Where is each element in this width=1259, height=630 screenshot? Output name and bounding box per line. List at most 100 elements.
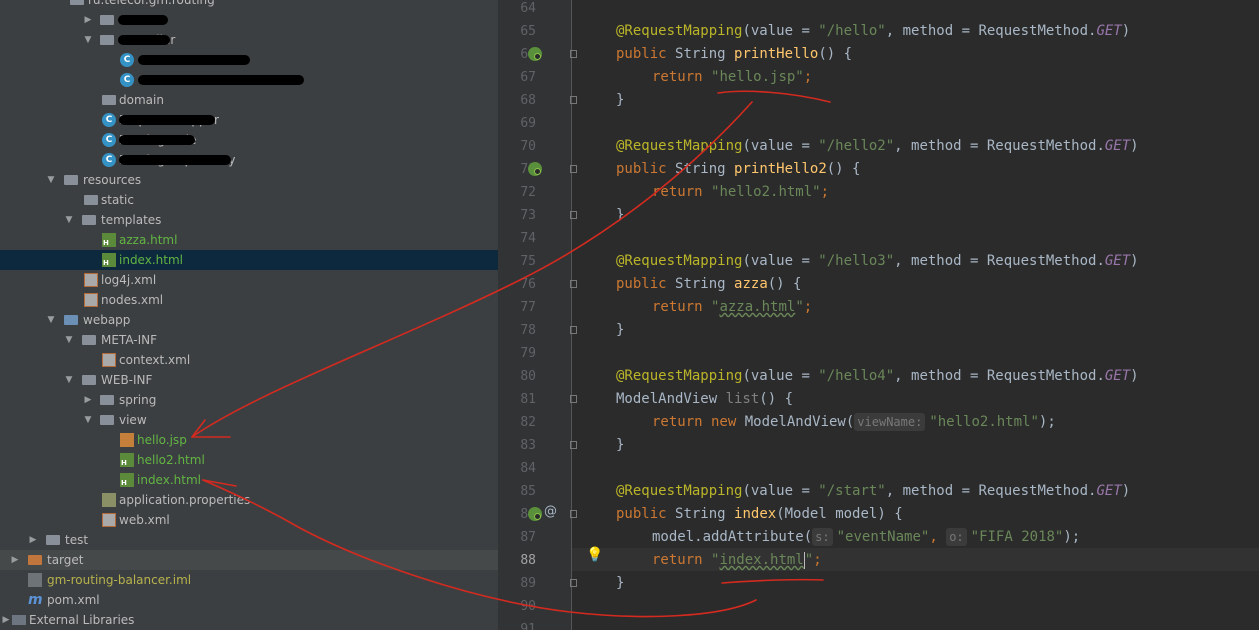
code-line-65[interactable]: @RequestMapping(value = "/hello", method… bbox=[616, 20, 1130, 43]
code-line-85[interactable]: @RequestMapping(value = "/start", method… bbox=[616, 480, 1130, 503]
fold-marker-icon[interactable] bbox=[570, 510, 577, 518]
fold-marker-icon[interactable] bbox=[570, 579, 577, 587]
code-line-77[interactable]: return "azza.html"; bbox=[652, 296, 812, 319]
tree-file-index-html[interactable]: H index.html bbox=[0, 470, 498, 490]
tree-folder-web-inf[interactable]: ▼ WEB-INF bbox=[0, 370, 498, 390]
code-line-67[interactable]: return "hello.jsp"; bbox=[652, 66, 812, 89]
code-line-88[interactable]: return "index.html"; bbox=[652, 549, 822, 572]
code-line-86[interactable]: public String index(Model model) { bbox=[616, 503, 903, 526]
line-number: 64 bbox=[520, 1, 536, 16]
request-mapping-gutter-icon[interactable] bbox=[528, 47, 542, 61]
fold-marker-icon[interactable] bbox=[570, 326, 577, 334]
code-line-82[interactable]: return new ModelAndView(viewName: "hello2… bbox=[652, 411, 1056, 434]
tree-folder-redacted[interactable]: ▶ bbox=[0, 10, 498, 30]
fold-marker-icon[interactable] bbox=[570, 280, 577, 288]
tree-file-hello-jsp[interactable]: hello.jsp bbox=[0, 430, 498, 450]
tree-folder-target[interactable]: ▶ target bbox=[0, 550, 498, 570]
expand-arrow-icon[interactable]: ▶ bbox=[27, 530, 39, 550]
code-line-87[interactable]: model.addAttribute(s: "eventName", o: "FIF… bbox=[652, 526, 1080, 549]
redaction-mark bbox=[138, 75, 304, 85]
tree-folder-view[interactable]: ▼ view bbox=[0, 410, 498, 430]
tree-external-libraries[interactable]: ▶ External Libraries bbox=[0, 610, 498, 630]
tree-package[interactable]: ru.telecor.gm.routing bbox=[0, 0, 498, 10]
tree-file-azza-html[interactable]: H azza.html bbox=[0, 230, 498, 250]
collapse-arrow-icon[interactable]: ▼ bbox=[63, 370, 75, 390]
tree-class-redacted[interactable]: C bbox=[0, 70, 498, 90]
code-line-76[interactable]: public String azza() { bbox=[616, 273, 801, 296]
code-line-89[interactable]: } bbox=[616, 572, 624, 595]
code-line-66[interactable]: public String printHello() { bbox=[616, 43, 852, 66]
line-number: 69 bbox=[520, 116, 536, 131]
tree-class-requestwrapper[interactable]: C RequestWrapper bbox=[0, 110, 498, 130]
line-number: 79 bbox=[520, 346, 536, 361]
line-number: 75 bbox=[520, 254, 536, 269]
html-file-icon: H bbox=[102, 233, 116, 247]
code-editor[interactable]: 6465666768697071727374757677787980818283… bbox=[498, 0, 1259, 630]
fold-marker-icon[interactable] bbox=[570, 395, 577, 403]
redaction-mark bbox=[118, 15, 168, 25]
class-icon: C bbox=[102, 153, 116, 167]
tree-file-application-properties[interactable]: application.properties bbox=[0, 490, 498, 510]
folder-icon bbox=[100, 35, 114, 45]
code-line-72[interactable]: return "hello2.html"; bbox=[652, 181, 829, 204]
fold-marker-icon[interactable] bbox=[570, 96, 577, 104]
xml-file-icon bbox=[84, 273, 98, 287]
expand-arrow-icon[interactable]: ▶ bbox=[0, 610, 12, 630]
tree-folder-domain[interactable]: domain bbox=[0, 90, 498, 110]
collapse-arrow-icon[interactable]: ▼ bbox=[63, 210, 75, 230]
code-line-70[interactable]: @RequestMapping(value = "/hello2", metho… bbox=[616, 135, 1139, 158]
request-mapping-gutter-icon[interactable] bbox=[528, 507, 542, 521]
tree-file-hello2-html[interactable]: H hello2.html bbox=[0, 450, 498, 470]
collapse-arrow-icon[interactable]: ▼ bbox=[82, 410, 94, 430]
code-line-78[interactable]: } bbox=[616, 319, 624, 342]
tree-file-nodes-xml[interactable]: nodes.xml bbox=[0, 290, 498, 310]
tree-folder-resources[interactable]: ▼ resources bbox=[0, 170, 498, 190]
tree-folder-templates[interactable]: ▼ templates bbox=[0, 210, 498, 230]
tree-folder-controller[interactable]: ▼ controller bbox=[0, 30, 498, 50]
tree-file-pom-xml[interactable]: m pom.xml bbox=[0, 590, 498, 610]
maven-icon: m bbox=[28, 592, 43, 608]
request-mapping-gutter-icon[interactable] bbox=[528, 162, 542, 176]
tree-class-routingrequestkey[interactable]: C RoutingRequestKey bbox=[0, 150, 498, 170]
tree-file-iml[interactable]: gm-routing-balancer.iml bbox=[0, 570, 498, 590]
fold-marker-icon[interactable] bbox=[570, 50, 577, 58]
collapse-arrow-icon[interactable]: ▼ bbox=[63, 330, 75, 350]
tree-file-web-xml[interactable]: web.xml bbox=[0, 510, 498, 530]
expand-arrow-icon[interactable]: ▶ bbox=[82, 390, 94, 410]
fold-marker-icon[interactable] bbox=[570, 165, 577, 173]
collapse-arrow-icon[interactable]: ▼ bbox=[45, 170, 57, 190]
tree-folder-static[interactable]: static bbox=[0, 190, 498, 210]
excluded-folder-icon bbox=[28, 555, 42, 565]
tree-folder-webapp[interactable]: ▼ webapp bbox=[0, 310, 498, 330]
code-line-81[interactable]: ModelAndView list() { bbox=[616, 388, 793, 411]
xml-file-icon bbox=[84, 293, 98, 307]
collapse-arrow-icon[interactable]: ▼ bbox=[82, 30, 94, 50]
at-annotation-icon[interactable]: @ bbox=[544, 504, 557, 519]
tree-file-context-xml[interactable]: context.xml bbox=[0, 350, 498, 370]
tree-folder-spring[interactable]: ▶ spring bbox=[0, 390, 498, 410]
line-number: 73 bbox=[520, 208, 536, 223]
tree-folder-test[interactable]: ▶ test bbox=[0, 530, 498, 550]
xml-file-icon bbox=[102, 353, 116, 367]
package-icon bbox=[70, 0, 84, 5]
lightbulb-icon[interactable]: 💡 bbox=[586, 547, 603, 563]
tree-file-index-html-selected[interactable]: H index.html bbox=[0, 250, 498, 270]
expand-arrow-icon[interactable]: ▶ bbox=[82, 10, 94, 30]
tree-file-log4j-xml[interactable]: log4j.xml bbox=[0, 270, 498, 290]
class-icon: C bbox=[102, 113, 116, 127]
collapse-arrow-icon[interactable]: ▼ bbox=[45, 310, 57, 330]
code-line-68[interactable]: } bbox=[616, 89, 624, 112]
code-line-75[interactable]: @RequestMapping(value = "/hello3", metho… bbox=[616, 250, 1139, 273]
tree-class-routingnode[interactable]: C RoutingNode bbox=[0, 130, 498, 150]
code-line-73[interactable]: } bbox=[616, 204, 624, 227]
fold-marker-icon[interactable] bbox=[570, 441, 577, 449]
fold-marker-icon[interactable] bbox=[570, 211, 577, 219]
expand-arrow-icon[interactable]: ▶ bbox=[9, 550, 21, 570]
tree-folder-meta-inf[interactable]: ▼ META-INF bbox=[0, 330, 498, 350]
code-line-71[interactable]: public String printHello2() { bbox=[616, 158, 860, 181]
code-line-80[interactable]: @RequestMapping(value = "/hello4", metho… bbox=[616, 365, 1139, 388]
code-line-83[interactable]: } bbox=[616, 434, 624, 457]
tree-class-redacted[interactable]: C bbox=[0, 50, 498, 70]
line-number: 84 bbox=[520, 461, 536, 476]
class-icon: C bbox=[120, 53, 134, 67]
